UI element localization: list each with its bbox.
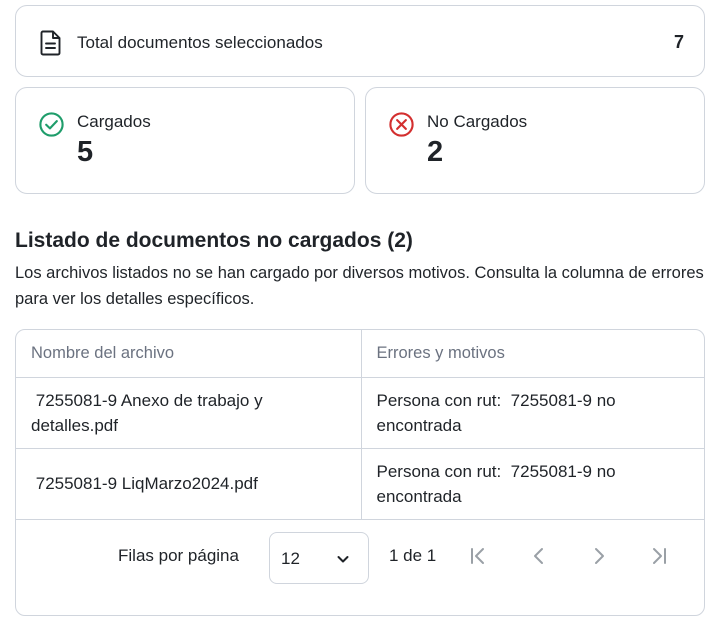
error-cell: Persona con rut: 7255081-9 no encontrada bbox=[361, 448, 704, 520]
previous-page-button[interactable] bbox=[527, 544, 551, 568]
rows-per-page-select[interactable]: 12 bbox=[269, 532, 369, 584]
total-documents-count: 7 bbox=[673, 32, 684, 52]
table-row: 7255081-9 Anexo de trabajo y detalles.pd… bbox=[16, 377, 704, 449]
rows-per-page-value: 12 bbox=[281, 549, 300, 568]
error-cell: Persona con rut: 7255081-9 no encontrada bbox=[361, 377, 704, 449]
next-page-button[interactable] bbox=[587, 544, 611, 568]
total-documents-card: Total documentos seleccionados 7 bbox=[15, 5, 705, 77]
loaded-label: Cargados bbox=[77, 112, 151, 131]
first-page-icon bbox=[471, 548, 484, 564]
column-header-file: Nombre del archivo bbox=[16, 330, 362, 378]
not-loaded-label: No Cargados bbox=[427, 112, 528, 131]
document-icon bbox=[40, 30, 61, 56]
rows-per-page-label: Filas por página bbox=[118, 546, 239, 565]
loaded-count: 5 bbox=[77, 136, 94, 168]
not-loaded-documents-card: No Cargados 2 bbox=[365, 87, 705, 194]
table-header-row: Nombre del archivo Errores y motivos bbox=[16, 330, 704, 378]
section-description: Los archivos listados no se han cargado … bbox=[15, 264, 704, 308]
chevron-down-icon bbox=[337, 556, 349, 563]
chevron-left-icon bbox=[534, 548, 543, 564]
table-row: 7255081-9 LiqMarzo2024.pdf Persona con r… bbox=[16, 448, 704, 520]
chevron-right-icon bbox=[595, 548, 604, 564]
total-documents-label: Total documentos seleccionados bbox=[77, 33, 323, 52]
file-name-cell: 7255081-9 LiqMarzo2024.pdf bbox=[16, 448, 362, 520]
pagination: Filas por página 12 1 de 1 bbox=[16, 519, 704, 615]
last-page-button[interactable] bbox=[647, 544, 671, 568]
page-range-label: 1 de 1 bbox=[389, 546, 437, 565]
section-title: Listado de documentos no cargados (2) bbox=[15, 229, 413, 252]
not-loaded-count: 2 bbox=[427, 136, 444, 168]
loaded-documents-card: Cargados 5 bbox=[15, 87, 355, 194]
x-circle-icon bbox=[389, 112, 414, 137]
last-page-icon bbox=[653, 548, 666, 564]
check-circle-icon bbox=[39, 112, 64, 137]
column-header-errors: Errores y motivos bbox=[361, 330, 704, 378]
file-name-cell: 7255081-9 Anexo de trabajo y detalles.pd… bbox=[16, 377, 362, 449]
not-loaded-table: Nombre del archivo Errores y motivos 725… bbox=[15, 329, 705, 616]
first-page-button[interactable] bbox=[466, 544, 490, 568]
